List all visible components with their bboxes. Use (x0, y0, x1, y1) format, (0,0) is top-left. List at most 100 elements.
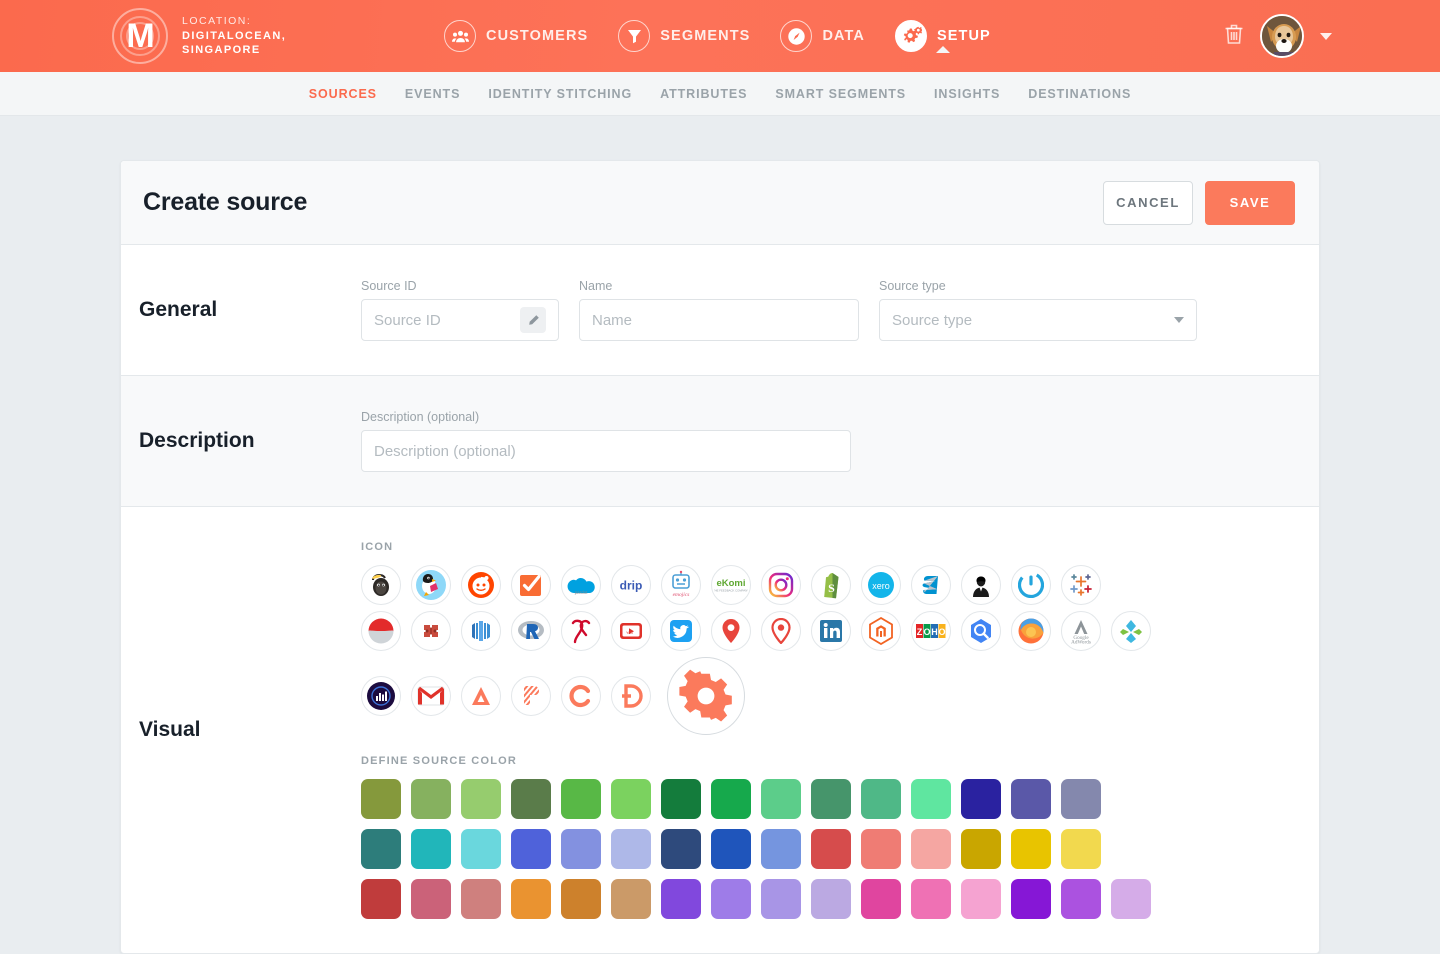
color-swatch[interactable] (1061, 829, 1101, 869)
checkbox-orange-icon[interactable] (511, 565, 551, 605)
qunar-icon[interactable] (561, 611, 601, 651)
subnav-item-events[interactable]: EVENTS (405, 87, 460, 101)
subnav-item-identity-stitching[interactable]: IDENTITY STITCHING (488, 87, 632, 101)
emojics-icon[interactable]: emojics (661, 565, 701, 605)
color-swatch[interactable] (611, 779, 651, 819)
color-swatch[interactable] (361, 829, 401, 869)
source-id-input[interactable]: Source ID (361, 299, 559, 341)
linkedin-icon[interactable] (811, 611, 851, 651)
color-swatch[interactable] (661, 829, 701, 869)
color-swatch[interactable] (461, 829, 501, 869)
chevron-down-icon[interactable] (1320, 32, 1332, 40)
bloodhound-icon[interactable] (411, 611, 451, 651)
source-type-select[interactable]: Source type (879, 299, 1197, 341)
color-swatch[interactable] (761, 829, 801, 869)
xero-icon[interactable]: xero (861, 565, 901, 605)
letter-a-icon[interactable] (461, 676, 501, 716)
ekomi-icon[interactable]: eKomi THE FEEDBACK COMPANY (711, 565, 751, 605)
color-swatch[interactable] (861, 779, 901, 819)
nav-item-setup[interactable]: SETUP (894, 20, 991, 53)
subnav-item-destinations[interactable]: DESTINATIONS (1028, 87, 1131, 101)
analytics-dark-icon[interactable] (361, 676, 401, 716)
color-swatch[interactable] (711, 779, 751, 819)
twitter-icon[interactable] (661, 611, 701, 651)
instagram-icon[interactable] (761, 565, 801, 605)
color-swatch[interactable] (911, 879, 951, 919)
color-swatch[interactable] (411, 829, 451, 869)
color-swatch[interactable] (811, 879, 851, 919)
color-swatch[interactable] (861, 829, 901, 869)
letter-c-icon[interactable] (561, 676, 601, 716)
person-portrait-icon[interactable] (961, 565, 1001, 605)
description-input[interactable]: Description (optional) (361, 430, 851, 472)
color-swatch[interactable] (861, 879, 901, 919)
letter-d-icon[interactable] (611, 676, 651, 716)
color-swatch[interactable] (961, 829, 1001, 869)
color-swatch[interactable] (811, 779, 851, 819)
color-swatch[interactable] (611, 829, 651, 869)
xendit-leaf-icon[interactable] (1111, 611, 1151, 651)
user-avatar-dog[interactable] (1260, 14, 1304, 58)
color-swatch[interactable] (411, 879, 451, 919)
color-swatch[interactable] (961, 779, 1001, 819)
color-swatch[interactable] (1061, 779, 1101, 819)
nav-item-customers[interactable]: CUSTOMERS (444, 20, 588, 52)
save-button[interactable]: SAVE (1205, 180, 1295, 225)
color-swatch[interactable] (511, 779, 551, 819)
salesforce-icon[interactable]: pardot (561, 565, 601, 605)
name-input[interactable]: Name (579, 299, 859, 341)
map-pin-outline-icon[interactable] (761, 611, 801, 651)
sendinblue-icon[interactable] (911, 565, 951, 605)
color-swatch[interactable] (1011, 879, 1051, 919)
color-swatch[interactable] (461, 879, 501, 919)
color-swatch[interactable] (511, 879, 551, 919)
zoho-icon[interactable]: ZOHO (911, 611, 951, 651)
color-swatch[interactable] (661, 879, 701, 919)
google-adwords-icon[interactable]: Google AdWords (1061, 611, 1101, 651)
power-button-icon[interactable] (1011, 565, 1051, 605)
nav-item-segments[interactable]: SEGMENTS (618, 20, 750, 52)
cancel-button[interactable]: CANCEL (1103, 180, 1193, 225)
color-swatch[interactable] (761, 779, 801, 819)
tableau-icon[interactable] (1061, 565, 1101, 605)
color-swatch[interactable] (961, 879, 1001, 919)
color-swatch[interactable] (1061, 879, 1101, 919)
drip-icon[interactable]: drip (611, 565, 651, 605)
color-swatch[interactable] (611, 879, 651, 919)
nav-item-data[interactable]: DATA (780, 20, 865, 52)
pepsi-icon[interactable] (361, 611, 401, 651)
youtube-icon[interactable]: You (611, 611, 651, 651)
color-swatch[interactable] (711, 879, 751, 919)
color-swatch[interactable] (361, 779, 401, 819)
magento-icon[interactable] (861, 611, 901, 651)
color-swatch[interactable] (1011, 829, 1051, 869)
color-swatch[interactable] (361, 879, 401, 919)
r-language-icon[interactable] (511, 611, 551, 651)
redshift-icon[interactable] (461, 611, 501, 651)
color-swatch[interactable] (461, 779, 501, 819)
color-swatch[interactable] (761, 879, 801, 919)
color-swatch[interactable] (711, 829, 751, 869)
shopify-icon[interactable]: S (811, 565, 851, 605)
brand-block[interactable]: M LOCATION: DIGITALOCEAN, SINGAPORE (112, 8, 286, 64)
gmail-icon[interactable] (411, 676, 451, 716)
bigquery-icon[interactable] (961, 611, 1001, 651)
color-swatch[interactable] (1011, 779, 1051, 819)
color-swatch[interactable] (911, 829, 951, 869)
color-swatch[interactable] (561, 879, 601, 919)
trash-icon[interactable] (1224, 23, 1244, 50)
color-swatch[interactable] (811, 829, 851, 869)
subnav-item-insights[interactable]: INSIGHTS (934, 87, 1000, 101)
color-swatch[interactable] (561, 829, 601, 869)
subnav-item-smart-segments[interactable]: SMART SEGMENTS (775, 87, 906, 101)
reddit-icon[interactable] (461, 565, 501, 605)
prestashop-icon[interactable] (411, 565, 451, 605)
color-swatch[interactable] (911, 779, 951, 819)
stripes-icon[interactable] (511, 676, 551, 716)
subnav-item-sources[interactable]: SOURCES (309, 87, 377, 101)
color-swatch[interactable] (661, 779, 701, 819)
pencil-icon[interactable] (520, 307, 546, 333)
color-swatch[interactable] (511, 829, 551, 869)
map-pin-red-icon[interactable] (711, 611, 751, 651)
color-swatch[interactable] (411, 779, 451, 819)
